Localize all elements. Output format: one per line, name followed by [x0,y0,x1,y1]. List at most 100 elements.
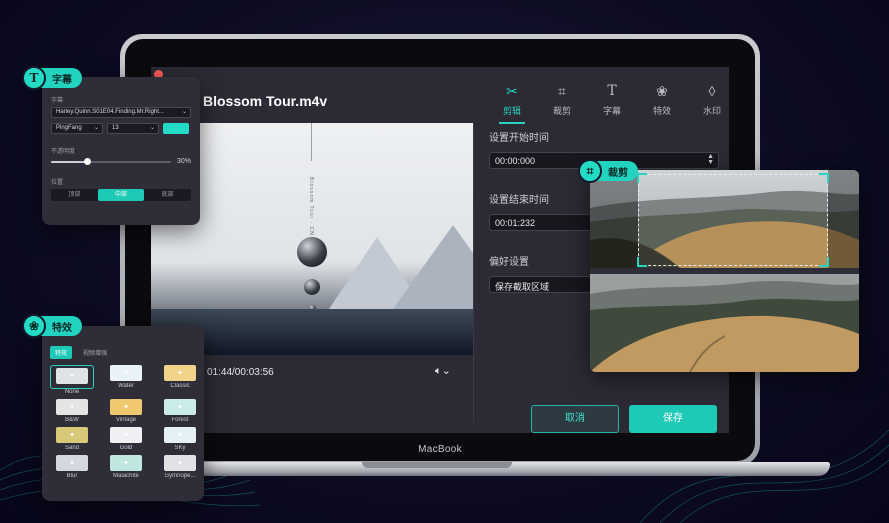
effect-item[interactable]: ✦ Gymnope... [158,455,202,479]
effect-item[interactable]: ✦ Vintage [104,399,148,423]
tab-label: 水印 [702,106,721,116]
effect-thumbnail: ✦ [110,427,142,443]
opacity-slider[interactable] [51,157,171,165]
crop-source-image [590,170,859,268]
subtitle-file-select[interactable]: Harley.Quinn.S01E04.Finding.Mr.Right... … [51,107,191,118]
effect-thumbnail-frame: ✦ [158,399,202,415]
crop-badge: ⌗ 裁剪 [578,159,638,183]
preview-sphere-medium [304,279,320,295]
subtitle-panel: 字幕 Harley.Quinn.S01E04.Finding.Mr.Right.… [42,77,200,225]
effect-thumbnail: ✦ [110,399,142,415]
tab-label: 剪辑 [502,106,521,116]
crop-panel [590,170,859,372]
tab-effects[interactable]: ❀ 特效 [637,83,687,124]
save-button[interactable]: 保存 [629,405,717,433]
effect-thumbnail-frame: ✦ [50,427,94,443]
effect-thumbnail: ✦ [56,427,88,443]
chevron-down-icon: ⌄ [93,125,99,131]
position-top-option[interactable]: 顶部 [51,189,98,201]
preview-line [311,123,312,161]
cancel-button[interactable]: 取消 [531,405,619,433]
crop-handle[interactable] [637,257,647,267]
effect-item[interactable]: ✦ None [50,365,94,395]
effect-thumbnail-frame: ✦ [104,399,148,415]
tab-effects-filter[interactable]: 特效 [50,346,73,359]
opacity-value: 30% [176,158,191,165]
effect-thumbnail-frame: ✦ [158,427,202,443]
effect-thumbnail: ✦ [164,455,196,471]
effect-thumbnail: ✦ [56,455,88,471]
tab-crop[interactable]: ⌗ 裁剪 [537,83,587,124]
effect-thumbnail: ✦ [164,427,196,443]
time-stepper-icon[interactable]: ▲ ▼ [707,153,714,166]
font-size-value: 13 [112,125,119,131]
tab-label: 裁剪 [552,106,571,116]
effect-item[interactable]: ✦ Malachite [104,455,148,479]
effect-item[interactable]: ✦ B&W [50,399,94,423]
position-middle-option[interactable]: 中部 [97,189,145,201]
effect-name: Vintage [115,417,137,423]
subtitle-badge: T 字幕 [22,66,82,90]
crop-selection-frame[interactable] [637,173,829,267]
laptop-brand: MacBook [418,444,462,455]
crop-handle[interactable] [819,257,829,267]
font-size-select[interactable]: 13 ⌄ [107,123,159,134]
effect-name: SKy [174,445,186,451]
effect-thumbnail-frame: ✦ [104,427,148,443]
effect-item[interactable]: ✦ Gold [104,427,148,451]
laptop-notch [362,462,512,468]
opacity-label: 不透明度 [51,149,76,155]
tab-label: 字幕 [602,106,621,116]
effect-name: None [64,389,80,395]
effect-item[interactable]: ✦ Water [104,365,148,395]
effect-thumbnail: ✦ [110,365,142,381]
effect-thumbnail-frame: ✦ [50,365,94,389]
start-time-label: 设置开始时间 [489,133,549,144]
effect-name: B&W [65,417,79,423]
effect-name: Gymnope... [164,473,196,479]
effect-thumbnail: ✦ [56,368,88,384]
effects-icon: ❀ [656,83,668,99]
crop-handle[interactable] [819,173,829,183]
text-icon: T [22,66,46,90]
preview-sphere-large [297,237,327,267]
effects-badge: ❀ 特效 [22,314,82,338]
font-value: PingFang [56,125,82,131]
position-segmented-control: 顶部 中部 底部 [51,189,191,201]
preview-vertical-text: Blossom Tour · CN [308,177,314,236]
font-select[interactable]: PingFang ⌄ [51,123,103,134]
opacity-slider-fill [51,160,87,163]
effect-item[interactable]: ✦ Blur [50,455,94,479]
effect-thumbnail-frame: ✦ [104,455,148,471]
font-color-swatch[interactable] [163,123,189,134]
effect-name: Water [118,383,134,389]
effect-name: Blur [66,473,78,479]
effect-name: Classic [170,383,190,389]
tab-trim[interactable]: ✂ 剪辑 [487,83,537,124]
effect-thumbnail: ✦ [164,399,196,415]
scissors-icon: ✂ [506,83,518,99]
effect-item[interactable]: ✦ Forest [158,399,202,423]
crop-result-image [590,274,859,372]
tab-video-enhance[interactable]: 视频增强 [78,346,112,359]
volume-icon[interactable]: 🔈︎⌄ [435,364,451,378]
effect-thumbnail-frame: ✦ [104,365,148,381]
crop-badge-label: 裁剪 [608,167,628,179]
start-time-value: 00:00:000 [495,156,536,166]
text-icon: T [607,83,617,99]
effect-name: Sand [64,445,79,451]
tab-watermark[interactable]: ◊ 水印 [687,83,729,124]
effects-grid: ✦ None ✦ Water ✦ Classic ✦ B&W ✦ Vintage ✦ Forest ✦ S… [50,365,196,479]
position-bottom-option[interactable]: 底部 [144,189,191,201]
effect-item[interactable]: ✦ SKy [158,427,202,451]
crop-handle[interactable] [637,173,647,183]
effect-item[interactable]: ✦ Classic [158,365,202,395]
effect-name: Forest [171,417,189,423]
effect-thumbnail: ✦ [164,365,196,381]
effect-thumbnail: ✦ [110,455,142,471]
effect-item[interactable]: ✦ Sand [50,427,94,451]
subtitle-file-label: 字幕 [51,98,64,104]
tab-subtitle[interactable]: T 字幕 [587,83,637,124]
opacity-slider-knob[interactable] [83,157,91,165]
effects-badge-label: 特效 [52,322,72,334]
